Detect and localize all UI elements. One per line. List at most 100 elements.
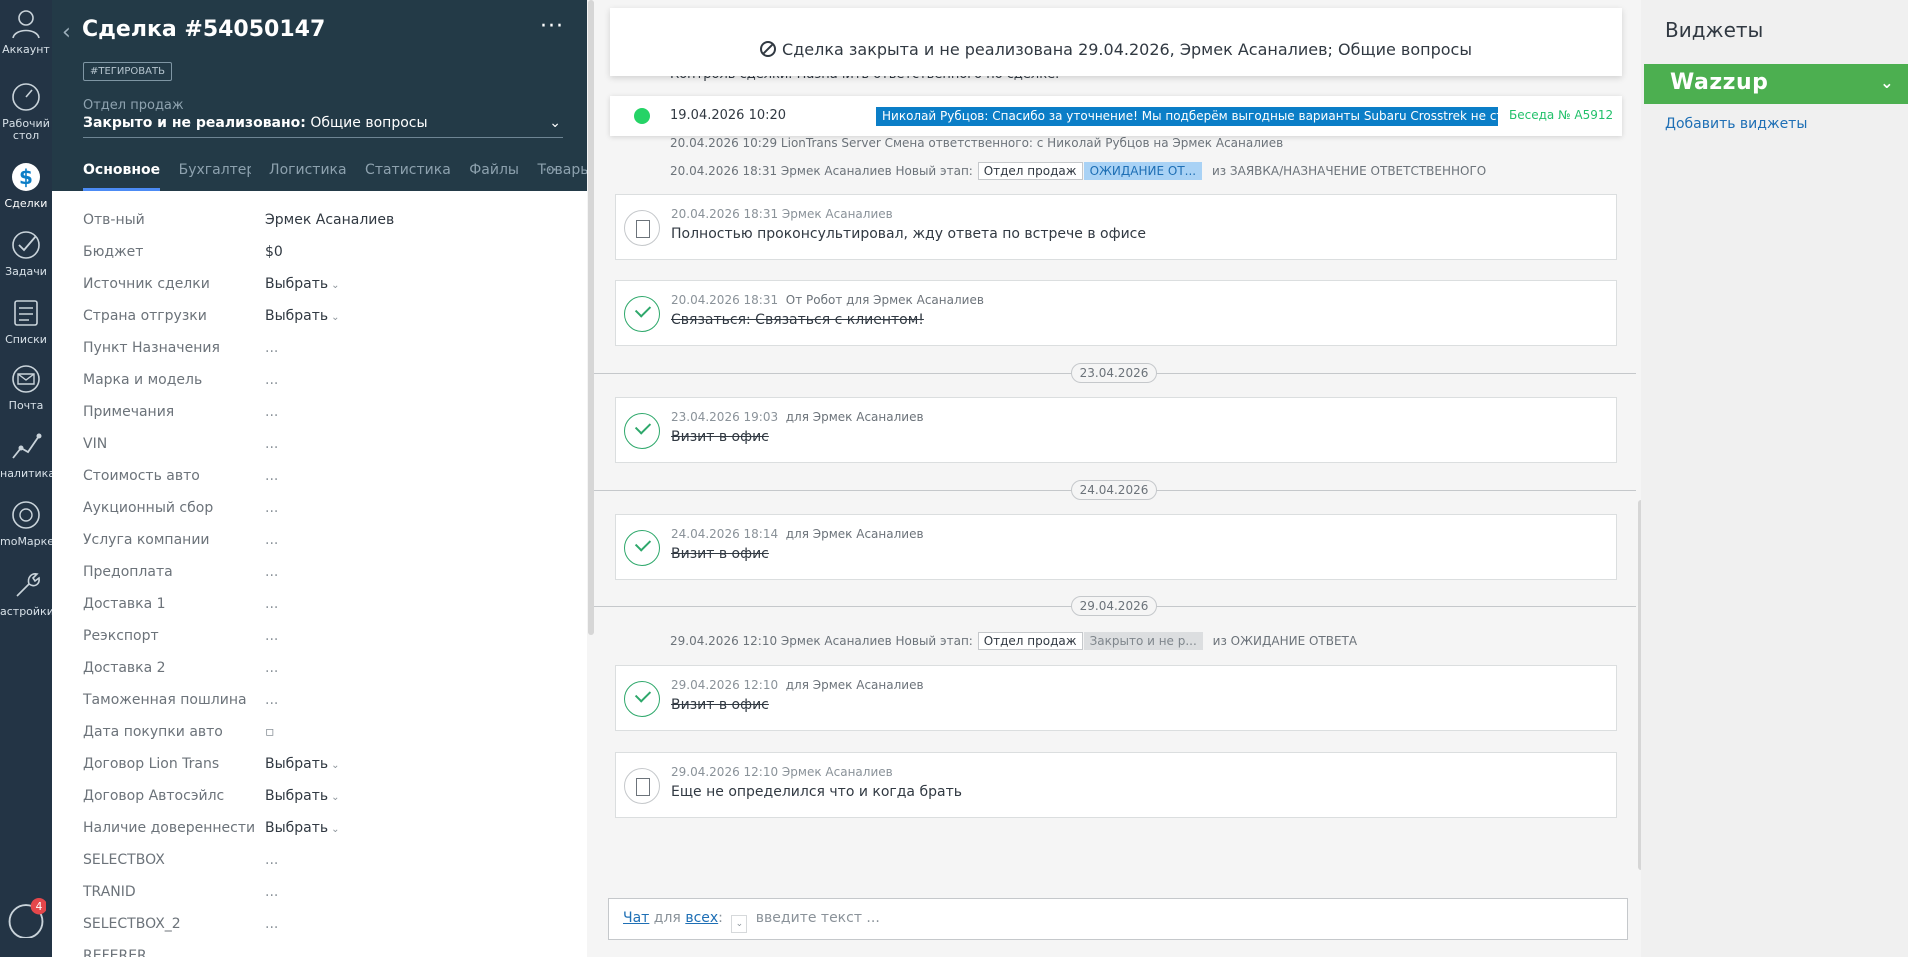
nav-label: Списки — [5, 333, 47, 346]
note-item[interactable]: 29.04.2026 12:10 Эрмек Асаналиев Еще не … — [615, 752, 1617, 818]
field-value[interactable]: ... — [265, 916, 278, 932]
field-value[interactable]: Выбрать ⌄ — [265, 276, 340, 292]
nav-settings[interactable]: астройки — [0, 568, 54, 618]
field-row[interactable]: Доставка 2... — [52, 655, 587, 687]
status-select[interactable]: Закрыто и не реализовано: Общие вопросы … — [83, 115, 563, 131]
nav-tasks[interactable]: Задачи — [0, 228, 52, 278]
field-value[interactable]: ... — [265, 564, 278, 580]
chat-placeholder[interactable]: введите текст ... — [756, 910, 880, 926]
chat-recipient-link[interactable]: всех — [685, 910, 718, 926]
back-arrow-icon[interactable]: ‹ — [62, 20, 71, 45]
field-row[interactable]: Марка и модель... — [52, 367, 587, 399]
chevron-down-icon: ⌄ — [331, 824, 340, 835]
field-value[interactable]: ... — [265, 532, 278, 548]
field-value-text: Выбрать — [265, 820, 329, 836]
deals-icon: $ — [12, 163, 40, 191]
more-icon[interactable]: ··· — [540, 14, 564, 39]
nav-dashboard[interactable]: Рабочий стол — [0, 80, 52, 142]
field-value[interactable]: ... — [265, 660, 278, 676]
mail-icon — [12, 365, 40, 393]
field-value[interactable]: ▫ — [265, 724, 275, 740]
field-value-text: ... — [265, 436, 279, 452]
day-pill: 24.04.2026 — [1071, 480, 1157, 500]
field-row[interactable]: Реэкспорт... — [52, 623, 587, 655]
field-row[interactable]: SELECTBOX_2... — [52, 911, 587, 943]
task-item[interactable]: 24.04.2026 18:14 для Эрмек Асаналиев Виз… — [615, 514, 1617, 580]
field-row[interactable]: TRANID... — [52, 879, 587, 911]
field-row[interactable]: Источник сделки Выбрать ⌄ — [52, 271, 587, 303]
main-nav: Аккаунт Рабочий стол $ Сделки Задачи Спи… — [0, 0, 60, 957]
field-row[interactable]: VIN... — [52, 431, 587, 463]
task-text: Визит в офис — [671, 546, 769, 562]
task-item[interactable]: 20.04.2026 18:31 От Робот для Эрмек Асан… — [615, 280, 1617, 346]
field-value[interactable]: ... — [265, 500, 278, 516]
field-row[interactable]: Бюджет $0 — [52, 239, 587, 271]
task-author: для Эрмек Асаналиев — [785, 410, 924, 424]
field-row[interactable]: Отв-ный Эрмек Асаналиев — [52, 207, 587, 239]
field-value[interactable]: ... — [265, 596, 278, 612]
field-row[interactable]: Аукционный сбор... — [52, 495, 587, 527]
chat-input-bar[interactable]: Чат для всех: ⌄ введите текст ... — [608, 898, 1628, 940]
system-event: 20.04.2026 10:29 LionTrans Server Смена … — [670, 136, 1284, 150]
task-item[interactable]: 23.04.2026 19:03 для Эрмек Асаналиев Виз… — [615, 397, 1617, 463]
field-value[interactable]: Эрмек Асаналиев — [265, 212, 394, 228]
field-row[interactable]: SELECTBOX... — [52, 847, 587, 879]
field-value[interactable]: Выбрать ⌄ — [265, 308, 340, 324]
chat-type-link[interactable]: Чат — [623, 910, 649, 926]
field-value[interactable]: ... — [265, 852, 278, 868]
field-row[interactable]: Дата покупки авто ▫ — [52, 719, 587, 751]
wazzup-widget[interactable]: Wazzup ⌄ — [1644, 64, 1908, 104]
field-row[interactable]: Пункт Назначения... — [52, 335, 587, 367]
stage-change-event: 20.04.2026 18:31 Эрмек Асаналиев Новый э… — [670, 162, 1486, 180]
nav-account[interactable]: Аккаунт — [0, 6, 52, 56]
field-row[interactable]: Стоимость авто... — [52, 463, 587, 495]
nav-notifications[interactable]: 4 — [0, 898, 52, 942]
field-value[interactable]: ... — [265, 436, 278, 452]
field-label: Договор Lion Trans — [83, 756, 220, 772]
field-value[interactable]: ... — [265, 628, 278, 644]
add-widgets-link[interactable]: Добавить виджеты — [1665, 116, 1807, 132]
note-item[interactable]: 20.04.2026 18:31 Эрмек Асаналиев Полност… — [615, 194, 1617, 260]
tab-main[interactable]: Основное — [83, 162, 161, 191]
field-value[interactable]: ... — [265, 468, 278, 484]
chat-for-label: для — [653, 910, 681, 926]
field-value[interactable]: ... — [265, 404, 278, 420]
field-value[interactable]: ... — [265, 884, 278, 900]
field-row[interactable]: Наличие довереннести Выбрать ⌄ — [52, 815, 587, 847]
nav-mail[interactable]: Почта — [0, 362, 52, 412]
tab-files[interactable]: Файлы — [469, 162, 519, 191]
field-value[interactable]: Выбрать ⌄ — [265, 788, 340, 804]
nav-analytics[interactable]: налитика — [0, 430, 55, 480]
field-row[interactable]: Страна отгрузки Выбрать ⌄ — [52, 303, 587, 335]
divider — [83, 137, 563, 138]
field-value-text: ... — [265, 660, 279, 676]
card-scrollbar[interactable] — [588, 0, 594, 635]
nav-market[interactable]: moМаркет — [0, 498, 60, 548]
tab-logistics[interactable]: Логистика — [269, 162, 347, 191]
tab-statistics[interactable]: Статистика — [365, 162, 451, 191]
nav-lists[interactable]: Списки — [0, 296, 52, 346]
conversation-link[interactable]: Беседа № A5912 — [1509, 108, 1613, 122]
field-row[interactable]: Предоплата... — [52, 559, 587, 591]
tab-accounting[interactable]: Бухгалтерия — [179, 162, 251, 191]
chevron-down-icon[interactable]: ⌄ — [731, 915, 748, 933]
field-row[interactable]: Примечания... — [52, 399, 587, 431]
nav-deals[interactable]: $ Сделки — [0, 160, 52, 210]
field-row[interactable]: Таможенная пошлина... — [52, 687, 587, 719]
field-value[interactable]: Выбрать ⌄ — [265, 756, 340, 772]
field-value[interactable]: $0 — [265, 244, 283, 260]
field-row[interactable]: Доставка 1... — [52, 591, 587, 623]
field-value[interactable]: ... — [265, 692, 278, 708]
field-row[interactable]: REFERER — [52, 943, 587, 957]
check-icon — [624, 296, 660, 332]
task-item[interactable]: 29.04.2026 12:10 для Эрмек Асаналиев Виз… — [615, 665, 1617, 731]
field-row[interactable]: Договор Автосэйлс Выбрать ⌄ — [52, 783, 587, 815]
field-row[interactable]: Услуга компании... — [52, 527, 587, 559]
tag-button[interactable]: #ТЕГИРОВАТЬ — [83, 62, 172, 81]
field-row[interactable]: Договор Lion Trans Выбрать ⌄ — [52, 751, 587, 783]
whatsapp-message-row[interactable]: 19.04.2026 10:20 Николай Рубцов: Спасибо… — [610, 96, 1622, 136]
field-value[interactable]: ... — [265, 340, 278, 356]
field-value[interactable]: Выбрать ⌄ — [265, 820, 340, 836]
tabs-more-icon[interactable]: ··· — [542, 160, 557, 179]
field-value[interactable]: ... — [265, 372, 278, 388]
